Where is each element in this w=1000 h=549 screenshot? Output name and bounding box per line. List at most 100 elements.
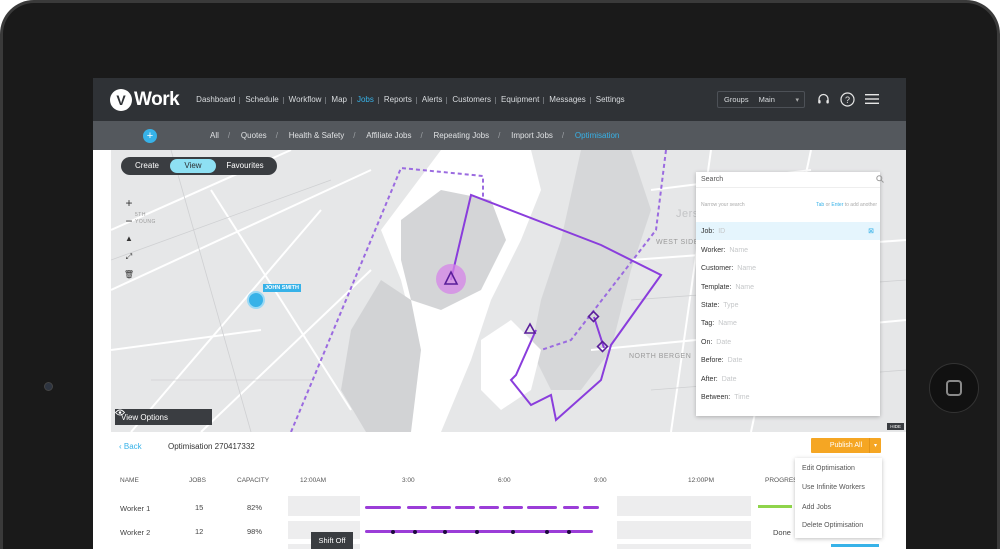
progress-bar — [758, 505, 792, 508]
home-button[interactable] — [929, 363, 979, 413]
menu-edit-optimisation[interactable]: Edit Optimisation — [802, 465, 855, 472]
sub-navigation: + All Quotes Health & Safety Affiliate J… — [93, 121, 906, 150]
filter-label: Template: — [701, 283, 732, 291]
trash-icon[interactable]: 🗑 — [124, 268, 134, 282]
timeline-job-bar[interactable] — [583, 506, 599, 509]
tab-repeating-jobs[interactable]: Repeating Jobs — [421, 131, 501, 140]
scroll-indicator[interactable] — [831, 544, 879, 547]
menu-delete-optimisation[interactable]: Delete Optimisation — [802, 522, 863, 529]
filter-placeholder: Type — [723, 301, 739, 309]
chevron-down-icon[interactable]: ▾ — [869, 438, 881, 453]
column-time-300: 3:00 — [402, 477, 415, 484]
home-square-icon — [946, 380, 962, 396]
timeline-job-bar[interactable] — [455, 506, 475, 509]
timeline-job-bar[interactable] — [563, 506, 579, 509]
timeline-stop-dot — [511, 529, 515, 534]
filter-customer[interactable]: Customer: Name — [696, 259, 880, 277]
column-time-1200pm: 12:00PM — [688, 477, 715, 484]
hide-button[interactable]: HIDE — [887, 423, 904, 430]
nav-settings[interactable]: Settings — [589, 95, 630, 104]
timeline-job-bar[interactable] — [479, 506, 499, 509]
app-screen: V Work Dashboard Schedule Workflow Map J… — [93, 78, 906, 549]
filter-placeholder: ID — [718, 227, 726, 235]
help-icon[interactable]: ? — [839, 91, 855, 107]
filter-label: Job: — [701, 227, 715, 235]
location-arrow-icon[interactable]: ▲ — [125, 232, 133, 246]
hint-or: or — [825, 202, 831, 208]
nav-schedule[interactable]: Schedule — [239, 95, 283, 104]
expand-icon[interactable]: ⤢ — [126, 250, 132, 264]
timeline-gap — [617, 544, 751, 549]
nav-reports[interactable]: Reports — [377, 95, 417, 104]
shift-off-tooltip: Shift Off — [311, 532, 353, 549]
svg-text:?: ? — [844, 95, 849, 105]
hint-prefix: Narrow your search — [701, 202, 745, 208]
mode-view[interactable]: View — [170, 159, 216, 173]
tab-quotes[interactable]: Quotes — [228, 131, 278, 140]
search-panel: Search Narrow your search Tab or Enter t… — [696, 172, 884, 416]
filter-before[interactable]: Before: Date — [696, 351, 880, 369]
nav-customers[interactable]: Customers — [446, 95, 496, 104]
add-job-button[interactable]: + — [143, 128, 157, 143]
menu-icon[interactable] — [864, 91, 880, 107]
zoom-in-icon[interactable]: + — [125, 196, 132, 210]
timeline-gap — [617, 521, 751, 539]
tab-optimisation[interactable]: Optimisation — [562, 131, 630, 140]
close-icon[interactable]: ⊠ — [868, 227, 874, 235]
filter-template[interactable]: Template: Name — [696, 278, 880, 296]
menu-use-infinite-workers[interactable]: Use Infinite Workers — [802, 484, 865, 491]
timeline-stop-dot — [567, 529, 571, 534]
timeline-job-bar[interactable] — [365, 506, 401, 509]
map-view[interactable]: Jersey WEST SIDE NORTH BERGEN 5TH YOUNG … — [111, 150, 906, 432]
menu-add-jobs[interactable]: Add Jobs — [802, 504, 831, 511]
groups-select[interactable]: Groups Main ▾ — [717, 91, 805, 108]
search-input[interactable]: Search — [696, 172, 884, 188]
filter-worker[interactable]: Worker: Name — [696, 241, 880, 259]
back-link[interactable]: ‹ Back — [119, 442, 142, 451]
nav-jobs[interactable]: Jobs — [350, 95, 379, 104]
map-label-young: YOUNG — [135, 219, 156, 225]
nav-messages[interactable]: Messages — [543, 95, 590, 104]
nav-alerts[interactable]: Alerts — [415, 95, 447, 104]
nav-dashboard[interactable]: Dashboard — [191, 95, 240, 104]
map-tools: + − ▲ ⤢ 🗑 — [122, 196, 136, 282]
filter-tag[interactable]: Tag: Name — [696, 314, 880, 332]
view-options-button[interactable]: View Options — [115, 409, 212, 425]
publish-label: Publish All — [829, 442, 863, 449]
timeline-job-bar[interactable] — [407, 506, 427, 509]
mode-create[interactable]: Create — [124, 159, 170, 173]
nav-workflow[interactable]: Workflow — [282, 95, 327, 104]
filter-job[interactable]: Job: ID ⊠ — [696, 222, 880, 240]
column-time-900: 9:00 — [594, 477, 607, 484]
tab-import-jobs[interactable]: Import Jobs — [498, 131, 564, 140]
headset-icon[interactable] — [815, 91, 831, 107]
row-capacity: 82% — [247, 503, 263, 512]
mode-favourites[interactable]: Favourites — [216, 159, 274, 173]
filter-between[interactable]: Between: Time — [696, 388, 880, 406]
timeline-stop-dot — [413, 529, 417, 534]
filter-placeholder: Date — [721, 375, 737, 383]
filter-on[interactable]: On: Date — [696, 333, 880, 351]
tab-affiliate-jobs[interactable]: Affiliate Jobs — [353, 131, 422, 140]
publish-all-button[interactable]: Publish All ▾ — [811, 438, 881, 453]
column-capacity: CAPACITY — [237, 477, 270, 484]
timeline-job-bar[interactable] — [503, 506, 523, 509]
row-status: Done — [773, 528, 791, 537]
timeline-job-bar[interactable] — [431, 506, 451, 509]
tab-health-safety[interactable]: Health & Safety — [276, 131, 356, 140]
worker-location-marker[interactable] — [247, 291, 265, 309]
timeline-job-bar[interactable] — [365, 530, 593, 533]
worker-name-tag: JOHN SMITH — [263, 284, 301, 292]
filter-after[interactable]: After: Date — [696, 370, 880, 388]
nav-equipment[interactable]: Equipment — [495, 95, 544, 104]
tab-all[interactable]: All — [199, 131, 230, 140]
filter-state[interactable]: State: Type — [696, 296, 880, 314]
filter-placeholder: Date — [727, 356, 743, 364]
vwork-logo[interactable]: V Work — [110, 88, 180, 111]
column-jobs: JOBS — [189, 477, 206, 484]
zoom-out-icon[interactable]: − — [125, 214, 132, 228]
column-time-600: 6:00 — [498, 477, 511, 484]
map-mode-toggle: Create View Favourites — [121, 157, 277, 175]
timeline-job-bar[interactable] — [527, 506, 557, 509]
nav-map[interactable]: Map — [325, 95, 352, 104]
